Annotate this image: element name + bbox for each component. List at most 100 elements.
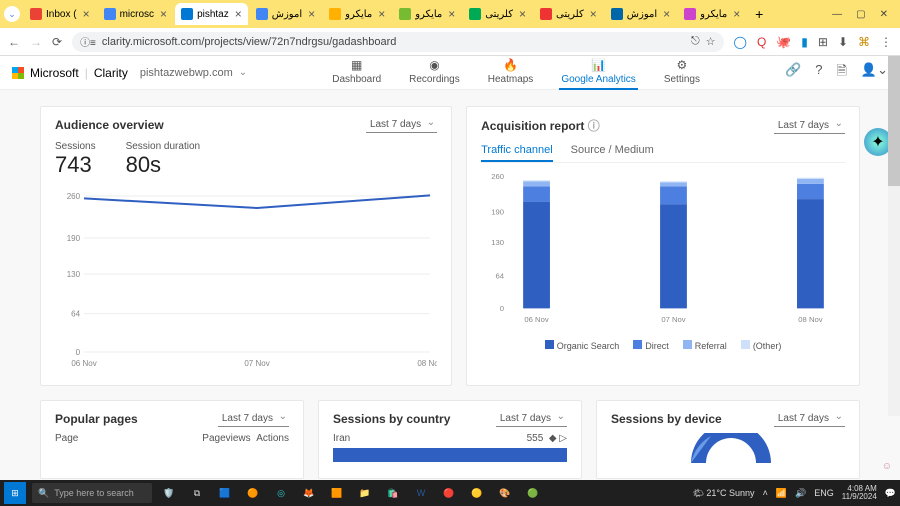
browser-tab-9[interactable]: مایکرو× bbox=[678, 3, 746, 25]
sessions-country-card: Sessions by country Last 7 days Iran 555… bbox=[318, 400, 582, 479]
notifications-icon[interactable]: 💬 bbox=[885, 488, 896, 499]
address-bar[interactable]: ⓘ≡ clarity.microsoft.com/projects/view/7… bbox=[72, 32, 723, 52]
audience-range-dropdown[interactable]: Last 7 days bbox=[366, 117, 437, 133]
tb-chrome-1[interactable]: 🔴 bbox=[438, 482, 460, 504]
browser-tab-2[interactable]: pishtaz× bbox=[175, 3, 248, 25]
nav-settings[interactable]: ⚙Settings bbox=[662, 55, 702, 90]
browser-tab-5[interactable]: مایکرو× bbox=[393, 3, 461, 25]
nav-google-analytics[interactable]: 📊Google Analytics bbox=[559, 55, 638, 90]
audience-card: Audience overview Last 7 days Sessions 7… bbox=[40, 106, 452, 386]
tb-app-1[interactable]: 🛡️ bbox=[158, 482, 180, 504]
doc-icon[interactable]: 🗎 bbox=[836, 62, 846, 84]
nav-dashboard[interactable]: ▦Dashboard bbox=[330, 55, 383, 90]
tb-app-4[interactable]: 🟧 bbox=[326, 482, 348, 504]
browser-tab-6[interactable]: کلریتی× bbox=[463, 3, 532, 25]
tray-lang[interactable]: ENG bbox=[814, 488, 834, 498]
browser-tab-8[interactable]: آموزش× bbox=[605, 3, 676, 25]
svg-text:0: 0 bbox=[500, 304, 504, 313]
site-info-icon[interactable]: ⓘ≡ bbox=[80, 34, 96, 49]
sessions-metric: Sessions 743 bbox=[55, 141, 96, 178]
device-range-dropdown[interactable]: Last 7 days bbox=[774, 411, 845, 427]
tb-word[interactable]: W bbox=[410, 482, 432, 504]
maximize-icon[interactable]: ▢ bbox=[856, 9, 865, 20]
page-scrollbar[interactable] bbox=[888, 56, 900, 416]
tb-app-5[interactable]: 🟢 bbox=[522, 482, 544, 504]
back-icon[interactable]: ← bbox=[8, 35, 20, 49]
tb-firefox[interactable]: 🦊 bbox=[298, 482, 320, 504]
acquisition-title: Acquisition report ⓘ bbox=[481, 117, 600, 134]
project-selector[interactable]: pishtazwebwp.com ⌄ bbox=[140, 67, 247, 79]
reload-icon[interactable]: ⟳ bbox=[52, 35, 62, 49]
svg-text:130: 130 bbox=[67, 270, 81, 279]
address-bar-row: ← → ⟳ ⓘ≡ clarity.microsoft.com/projects/… bbox=[0, 28, 900, 56]
dashboard-page: Audience overview Last 7 days Sessions 7… bbox=[0, 90, 900, 480]
tb-store[interactable]: 🛍️ bbox=[382, 482, 404, 504]
tray-chevron[interactable]: ˄ bbox=[763, 488, 768, 498]
close-tab-icon[interactable]: × bbox=[160, 7, 167, 21]
link-icon[interactable]: 🔗 bbox=[785, 62, 801, 84]
svg-text:06 Nov: 06 Nov bbox=[525, 315, 549, 324]
close-tab-icon[interactable]: × bbox=[378, 7, 385, 21]
ext-icon-5[interactable]: ⌘ bbox=[858, 35, 870, 49]
svg-text:64: 64 bbox=[71, 310, 80, 319]
menu-icon[interactable]: ⋮ bbox=[880, 35, 892, 49]
translate-icon[interactable]: ⎋ bbox=[691, 35, 700, 48]
browser-tab-3[interactable]: آموزش× bbox=[250, 3, 321, 25]
nav-recordings[interactable]: ◉Recordings bbox=[407, 55, 462, 90]
svg-text:08 Nov: 08 Nov bbox=[417, 359, 437, 368]
popular-range-dropdown[interactable]: Last 7 days bbox=[218, 411, 289, 427]
browser-tab-0[interactable]: Inbox (× bbox=[24, 3, 96, 25]
popular-pages-card: Popular pages Last 7 days Page Pageviews… bbox=[40, 400, 304, 479]
close-tab-icon[interactable]: × bbox=[733, 7, 740, 21]
tray-net-icon[interactable]: 📶 bbox=[776, 488, 787, 499]
tb-app-2[interactable]: 🟦 bbox=[214, 482, 236, 504]
feedback-icon[interactable]: ☺ bbox=[882, 461, 892, 472]
ext-icon-3[interactable]: 🐙 bbox=[776, 35, 791, 49]
taskbar-search[interactable]: 🔍Type here to search bbox=[32, 483, 152, 503]
download-icon[interactable]: ⬇ bbox=[838, 35, 848, 49]
audience-title: Audience overview bbox=[55, 118, 164, 132]
close-tab-icon[interactable]: × bbox=[235, 7, 242, 21]
ext-icon-4[interactable]: ▮ bbox=[801, 35, 808, 49]
tb-edge[interactable]: ◎ bbox=[270, 482, 292, 504]
close-tab-icon[interactable]: × bbox=[590, 7, 597, 21]
browser-tab-7[interactable]: کلریتی× bbox=[534, 3, 603, 25]
svg-text:260: 260 bbox=[491, 172, 504, 181]
help-icon[interactable]: ? bbox=[815, 62, 822, 84]
close-tab-icon[interactable]: × bbox=[448, 7, 455, 21]
new-tab-button[interactable]: + bbox=[748, 3, 770, 25]
close-window-icon[interactable]: ✕ bbox=[880, 9, 888, 20]
acq-tab-1[interactable]: Source / Medium bbox=[571, 140, 654, 162]
ext-icon-2[interactable]: Q bbox=[757, 35, 766, 49]
tray-vol-icon[interactable]: 🔊 bbox=[795, 488, 806, 499]
svg-text:260: 260 bbox=[67, 192, 81, 201]
tb-app-3[interactable]: 🟠 bbox=[242, 482, 264, 504]
start-button[interactable]: ⊞ bbox=[4, 482, 26, 504]
tb-chrome-2[interactable]: 🟡 bbox=[466, 482, 488, 504]
tb-explorer[interactable]: 📁 bbox=[354, 482, 376, 504]
taskbar-clock[interactable]: 4:08 AM 11/9/2024 bbox=[842, 485, 877, 501]
info-icon[interactable]: ⓘ bbox=[588, 119, 600, 133]
tb-paint[interactable]: 🎨 bbox=[494, 482, 516, 504]
tb-taskview[interactable]: ⧉ bbox=[186, 482, 208, 504]
brand[interactable]: Microsoft | Clarity bbox=[12, 66, 128, 80]
close-tab-icon[interactable]: × bbox=[663, 7, 670, 21]
browser-tab-4[interactable]: مایکرو× bbox=[323, 3, 391, 25]
profile-icon[interactable]: ⌄ bbox=[4, 6, 20, 22]
nav-heatmaps[interactable]: 🔥Heatmaps bbox=[486, 55, 536, 90]
svg-text:0: 0 bbox=[76, 348, 81, 357]
weather-widget[interactable]: 🌤 21°C Sunny bbox=[692, 488, 754, 499]
browser-tab-strip: ⌄ Inbox (×microsc×pishtaz×آموزش×مایکرو×م… bbox=[0, 0, 900, 28]
minimize-icon[interactable]: — bbox=[832, 9, 842, 20]
extensions-icon[interactable]: ⊞ bbox=[818, 35, 828, 49]
close-tab-icon[interactable]: × bbox=[83, 7, 90, 21]
bookmark-icon[interactable]: ☆ bbox=[706, 35, 716, 48]
ext-icon-1[interactable]: ◯ bbox=[734, 35, 747, 49]
account-icon[interactable]: 👤⌄ bbox=[861, 62, 888, 84]
acquisition-range-dropdown[interactable]: Last 7 days bbox=[774, 118, 845, 134]
acq-tab-0[interactable]: Traffic channel bbox=[481, 140, 553, 162]
close-tab-icon[interactable]: × bbox=[519, 7, 526, 21]
close-tab-icon[interactable]: × bbox=[308, 7, 315, 21]
browser-tab-1[interactable]: microsc× bbox=[98, 3, 173, 25]
country-range-dropdown[interactable]: Last 7 days bbox=[496, 411, 567, 427]
